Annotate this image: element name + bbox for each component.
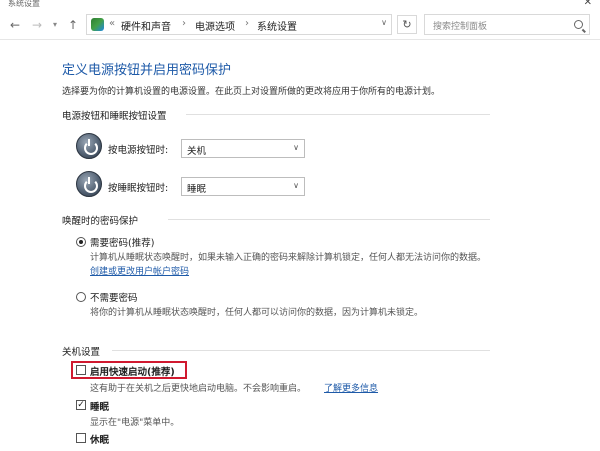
power-button-label: 按电源按钮时: [108, 145, 169, 156]
search-input[interactable]: 搜索控制面板 [424, 14, 590, 35]
sleep-option-label: 睡眠 [90, 402, 110, 413]
chevron-down-icon: ∨ [293, 181, 299, 190]
breadcrumb-separator[interactable]: › [245, 18, 249, 29]
title-bar: 系统设置 ✕ [0, 0, 600, 10]
section-divider [168, 219, 490, 220]
recent-locations-chevron-icon[interactable]: ▾ [48, 18, 62, 32]
navigation-bar: ← → ▾ ↑ « 硬件和声音 › 电源选项 › 系统设置 ∨ ↻ 搜索控制面板 [0, 10, 600, 40]
sleep-checkbox[interactable]: ✓ [76, 400, 86, 410]
section-header-shutdown: 关机设置 [62, 347, 101, 358]
address-bar[interactable]: « 硬件和声音 › 电源选项 › 系统设置 ∨ [86, 14, 392, 35]
main-content: 定义电源按钮并启用密码保护 选择要为你的计算机设置的电源设置。在此页上对设置所做… [0, 41, 600, 451]
hibernate-checkbox[interactable] [76, 433, 86, 443]
fast-startup-desc: 这有助于在关机之后更快地启动电脑。不会影响重启。 [90, 384, 307, 394]
back-arrow-icon[interactable]: ← [8, 18, 22, 32]
control-panel-icon [91, 18, 104, 31]
page-description: 选择要为你的计算机设置的电源设置。在此页上对设置所做的更改将应用于你所有的电源计… [62, 87, 441, 97]
hibernate-option-label: 休眠 [90, 435, 110, 446]
breadcrumb-overflow[interactable]: « [109, 18, 115, 29]
breadcrumb-hardware-sound[interactable]: 硬件和声音 [121, 18, 171, 33]
require-password-label: 需要密码(推荐) [90, 238, 155, 249]
power-button-select[interactable]: 关机 ∨ [181, 139, 305, 158]
up-arrow-icon[interactable]: ↑ [66, 18, 80, 32]
no-password-label: 不需要密码 [90, 293, 138, 304]
section-divider [186, 114, 490, 115]
refresh-icon[interactable]: ↻ [397, 15, 417, 34]
window-title: 系统设置 [8, 0, 40, 8]
search-icon[interactable] [574, 20, 583, 29]
fast-startup-label: 启用快速启动(推荐) [90, 367, 175, 378]
power-button-value: 关机 [187, 146, 207, 157]
fast-startup-checkbox[interactable] [76, 365, 86, 375]
sleep-button-icon [76, 171, 102, 197]
breadcrumb-separator[interactable]: › [182, 18, 186, 29]
require-password-desc: 计算机从睡眠状态唤醒时，如果未输入正确的密码来解除计算机锁定，任何人都无法访问你… [90, 253, 487, 263]
section-header-password: 唤醒时的密码保护 [62, 216, 139, 227]
close-icon[interactable]: ✕ [584, 0, 592, 8]
no-password-desc: 将你的计算机从睡眠状态唤醒时，任何人都可以访问你的数据，因为计算机未锁定。 [90, 308, 424, 318]
section-header-buttons: 电源按钮和睡眠按钮设置 [62, 111, 167, 122]
search-placeholder: 搜索控制面板 [433, 22, 488, 32]
require-password-radio[interactable] [76, 237, 86, 247]
sleep-button-label: 按睡眠按钮时: [108, 183, 169, 194]
breadcrumb-power-options[interactable]: 电源选项 [195, 18, 235, 33]
chevron-down-icon: ∨ [293, 143, 299, 152]
sleep-button-value: 睡眠 [187, 184, 207, 195]
forward-arrow-icon[interactable]: → [30, 18, 44, 32]
address-dropdown-icon[interactable]: ∨ [381, 18, 387, 27]
section-divider [112, 350, 490, 351]
sleep-option-desc: 显示在"电源"菜单中。 [90, 418, 180, 428]
power-button-icon [76, 133, 102, 159]
sleep-button-select[interactable]: 睡眠 ∨ [181, 177, 305, 196]
breadcrumb-system-settings[interactable]: 系统设置 [257, 18, 297, 33]
no-password-radio[interactable] [76, 292, 86, 302]
page-title: 定义电源按钮并启用密码保护 [62, 63, 232, 78]
learn-more-link[interactable]: 了解更多信息 [324, 381, 378, 394]
create-password-link[interactable]: 创建或更改用户帐户密码 [90, 264, 189, 277]
